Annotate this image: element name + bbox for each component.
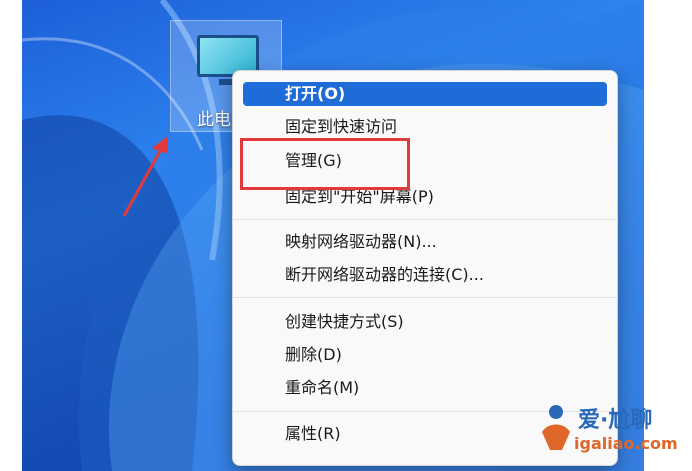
watermark-url: igaliao.com [574,434,678,453]
menu-separator [233,219,617,220]
red-arrow-annotation [122,136,168,217]
manage-highlight-box [240,138,410,190]
menu-item-open[interactable]: 打开(O) [243,82,607,106]
watermark-title: 爱·尬聊 [578,408,653,433]
menu-item-create-shortcut[interactable]: 创建快捷方式(S) [243,307,607,337]
watermark: 爱·尬聊 igaliao.com [538,398,688,458]
menu-item-disconnect-network-drive[interactable]: 断开网络驱动器的连接(C)... [243,260,607,290]
menu-item-delete[interactable]: 删除(D) [243,340,607,370]
menu-item-map-network-drive[interactable]: 映射网络驱动器(N)... [243,227,607,257]
watermark-logo-icon [542,405,570,450]
menu-separator [233,297,617,298]
